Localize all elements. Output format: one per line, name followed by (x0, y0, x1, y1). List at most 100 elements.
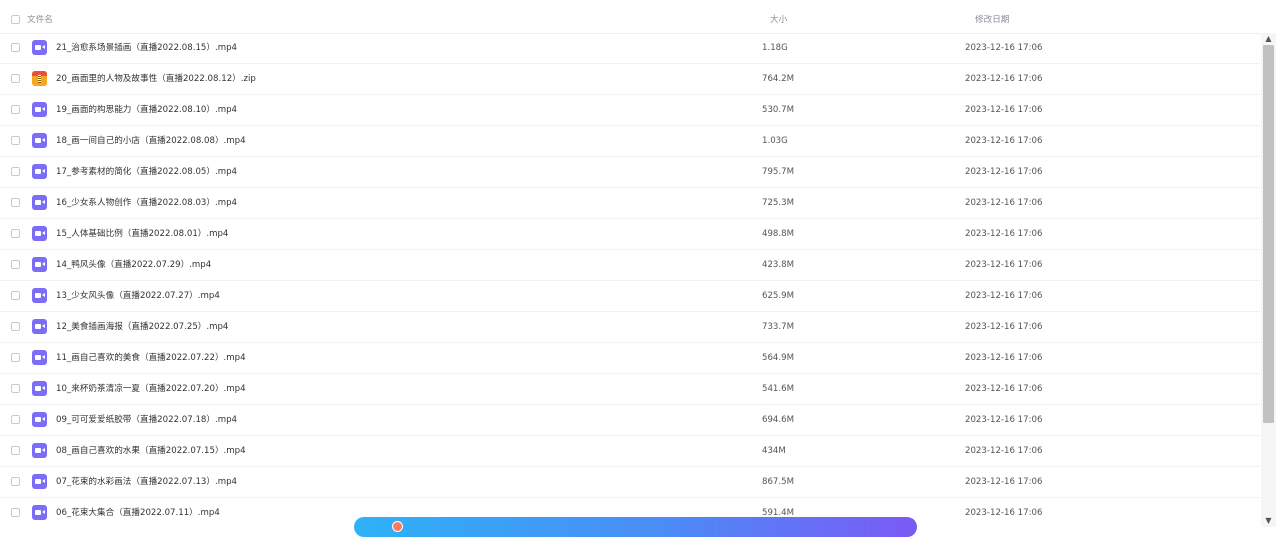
file-name[interactable]: 13_少女风头像（直播2022.07.27）.mp4 (56, 290, 220, 302)
file-modified-date: 2023-12-16 17:06 (965, 508, 1043, 518)
file-modified-date: 2023-12-16 17:06 (965, 446, 1043, 456)
video-file-icon (32, 195, 47, 210)
video-file-icon (32, 40, 47, 55)
row-checkbox[interactable] (11, 74, 20, 83)
file-name[interactable]: 20_画面里的人物及故事性（直播2022.08.12）.zip (56, 73, 256, 85)
row-checkbox[interactable] (11, 136, 20, 145)
file-modified-date: 2023-12-16 17:06 (965, 260, 1043, 270)
file-row[interactable]: 15_人体基础比例（直播2022.08.01）.mp4 498.8M 2023-12… (0, 219, 1260, 250)
row-checkbox[interactable] (11, 477, 20, 486)
file-row[interactable]: 10_来杯奶茶清凉一夏（直播2022.07.20）.mp4 541.6M 2023-… (0, 374, 1260, 405)
column-header-size[interactable]: 大小 (770, 14, 787, 26)
file-row[interactable]: 07_花束的水彩画法（直播2022.07.13）.mp4 867.5M 2023-1… (0, 467, 1260, 498)
file-name[interactable]: 16_少女系人物创作（直播2022.08.03）.mp4 (56, 197, 237, 209)
row-checkbox[interactable] (11, 415, 20, 424)
file-modified-date: 2023-12-16 17:06 (965, 415, 1043, 425)
file-name[interactable]: 09_可可爱爱纸胶带（直播2022.07.18）.mp4 (56, 414, 237, 426)
file-size: 764.2M (762, 74, 795, 84)
row-checkbox[interactable] (11, 260, 20, 269)
file-name[interactable]: 08_画自己喜欢的水果（直播2022.07.15）.mp4 (56, 445, 246, 457)
file-modified-date: 2023-12-16 17:06 (965, 136, 1043, 146)
file-size: 1.03G (762, 136, 788, 146)
row-checkbox[interactable] (11, 198, 20, 207)
video-file-icon (32, 164, 47, 179)
row-checkbox[interactable] (11, 43, 20, 52)
vertical-scrollbar[interactable]: ▲ ▼ (1261, 33, 1276, 527)
video-file-icon (32, 288, 47, 303)
file-size: 795.7M (762, 167, 795, 177)
row-checkbox[interactable] (11, 508, 20, 517)
video-file-icon (32, 350, 47, 365)
column-header-name[interactable]: 文件名 (27, 14, 53, 26)
file-size: 530.7M (762, 105, 795, 115)
video-file-icon (32, 319, 47, 334)
file-size: 1.18G (762, 43, 788, 53)
file-size: 541.6M (762, 384, 795, 394)
video-file-icon (32, 381, 47, 396)
file-name[interactable]: 14_鸭风头像（直播2022.07.29）.mp4 (56, 259, 211, 271)
file-name[interactable]: 06_花束大集合（直播2022.07.11）.mp4 (56, 507, 220, 519)
file-row[interactable]: 21_治愈系场景插画（直播2022.08.15）.mp4 1.18G 2023-12… (0, 33, 1260, 64)
file-name[interactable]: 07_花束的水彩画法（直播2022.07.13）.mp4 (56, 476, 237, 488)
file-modified-date: 2023-12-16 17:06 (965, 105, 1043, 115)
file-name[interactable]: 21_治愈系场景插画（直播2022.08.15）.mp4 (56, 42, 237, 54)
file-modified-date: 2023-12-16 17:06 (965, 74, 1043, 84)
promo-banner[interactable] (354, 517, 917, 537)
row-checkbox[interactable] (11, 167, 20, 176)
file-row[interactable]: 19_画面的构思能力（直播2022.08.10）.mp4 530.7M 2023-1… (0, 95, 1260, 126)
select-all-checkbox[interactable] (11, 15, 20, 24)
row-checkbox[interactable] (11, 291, 20, 300)
row-checkbox[interactable] (11, 446, 20, 455)
chevron-up-icon[interactable]: ▲ (1261, 33, 1276, 45)
scrollbar-thumb[interactable] (1263, 45, 1274, 423)
file-modified-date: 2023-12-16 17:06 (965, 353, 1043, 363)
file-size: 423.8M (762, 260, 795, 270)
file-name[interactable]: 18_画一间自己的小店（直播2022.08.08）.mp4 (56, 135, 246, 147)
file-name[interactable]: 10_来杯奶茶清凉一夏（直播2022.07.20）.mp4 (56, 383, 246, 395)
file-size: 867.5M (762, 477, 795, 487)
file-size: 694.6M (762, 415, 795, 425)
file-row[interactable]: 14_鸭风头像（直播2022.07.29）.mp4 423.8M 2023-12-1… (0, 250, 1260, 281)
file-row[interactable]: 09_可可爱爱纸胶带（直播2022.07.18）.mp4 694.6M 2023-1… (0, 405, 1260, 436)
chevron-down-icon[interactable]: ▼ (1261, 515, 1276, 527)
row-checkbox[interactable] (11, 353, 20, 362)
file-row[interactable]: 18_画一间自己的小店（直播2022.08.08）.mp4 1.03G 2023-1… (0, 126, 1260, 157)
row-checkbox[interactable] (11, 384, 20, 393)
file-size: 725.3M (762, 198, 795, 208)
file-name[interactable]: 11_画自己喜欢的美食（直播2022.07.22）.mp4 (56, 352, 246, 364)
video-file-icon (32, 257, 47, 272)
video-file-icon (32, 133, 47, 148)
video-file-icon (32, 102, 47, 117)
video-file-icon (32, 412, 47, 427)
file-size: 498.8M (762, 229, 795, 239)
video-file-icon (32, 226, 47, 241)
file-row[interactable]: 08_画自己喜欢的水果（直播2022.07.15）.mp4 434M 2023-12… (0, 436, 1260, 467)
file-list-header: 文件名 大小 修改日期 (0, 0, 1260, 34)
file-modified-date: 2023-12-16 17:06 (965, 198, 1043, 208)
file-name[interactable]: 19_画面的构思能力（直播2022.08.10）.mp4 (56, 104, 237, 116)
file-modified-date: 2023-12-16 17:06 (965, 322, 1043, 332)
file-row[interactable]: 13_少女风头像（直播2022.07.27）.mp4 625.9M 2023-12-… (0, 281, 1260, 312)
file-name[interactable]: 15_人体基础比例（直播2022.08.01）.mp4 (56, 228, 228, 240)
file-modified-date: 2023-12-16 17:06 (965, 167, 1043, 177)
file-row[interactable]: 11_画自己喜欢的美食（直播2022.07.22）.mp4 564.9M 2023-… (0, 343, 1260, 374)
file-row[interactable]: 12_美食插画海报（直播2022.07.25）.mp4 733.7M 2023-12… (0, 312, 1260, 343)
zip-archive-icon (32, 71, 47, 86)
video-file-icon (32, 505, 47, 520)
video-file-icon (32, 474, 47, 489)
file-row[interactable]: 17_参考素材的简化（直播2022.08.05）.mp4 795.7M 2023-1… (0, 157, 1260, 188)
row-checkbox[interactable] (11, 322, 20, 331)
file-name[interactable]: 17_参考素材的简化（直播2022.08.05）.mp4 (56, 166, 237, 178)
file-name[interactable]: 12_美食插画海报（直播2022.07.25）.mp4 (56, 321, 228, 333)
file-modified-date: 2023-12-16 17:06 (965, 229, 1043, 239)
file-row[interactable]: 20_画面里的人物及故事性（直播2022.08.12）.zip 764.2M 202… (0, 64, 1260, 95)
file-list: 21_治愈系场景插画（直播2022.08.15）.mp4 1.18G 2023-12… (0, 33, 1260, 527)
row-checkbox[interactable] (11, 105, 20, 114)
file-size: 434M (762, 446, 786, 456)
file-size: 564.9M (762, 353, 795, 363)
file-modified-date: 2023-12-16 17:06 (965, 43, 1043, 53)
file-modified-date: 2023-12-16 17:06 (965, 477, 1043, 487)
row-checkbox[interactable] (11, 229, 20, 238)
column-header-date[interactable]: 修改日期 (975, 14, 1009, 26)
file-row[interactable]: 16_少女系人物创作（直播2022.08.03）.mp4 725.3M 2023-1… (0, 188, 1260, 219)
